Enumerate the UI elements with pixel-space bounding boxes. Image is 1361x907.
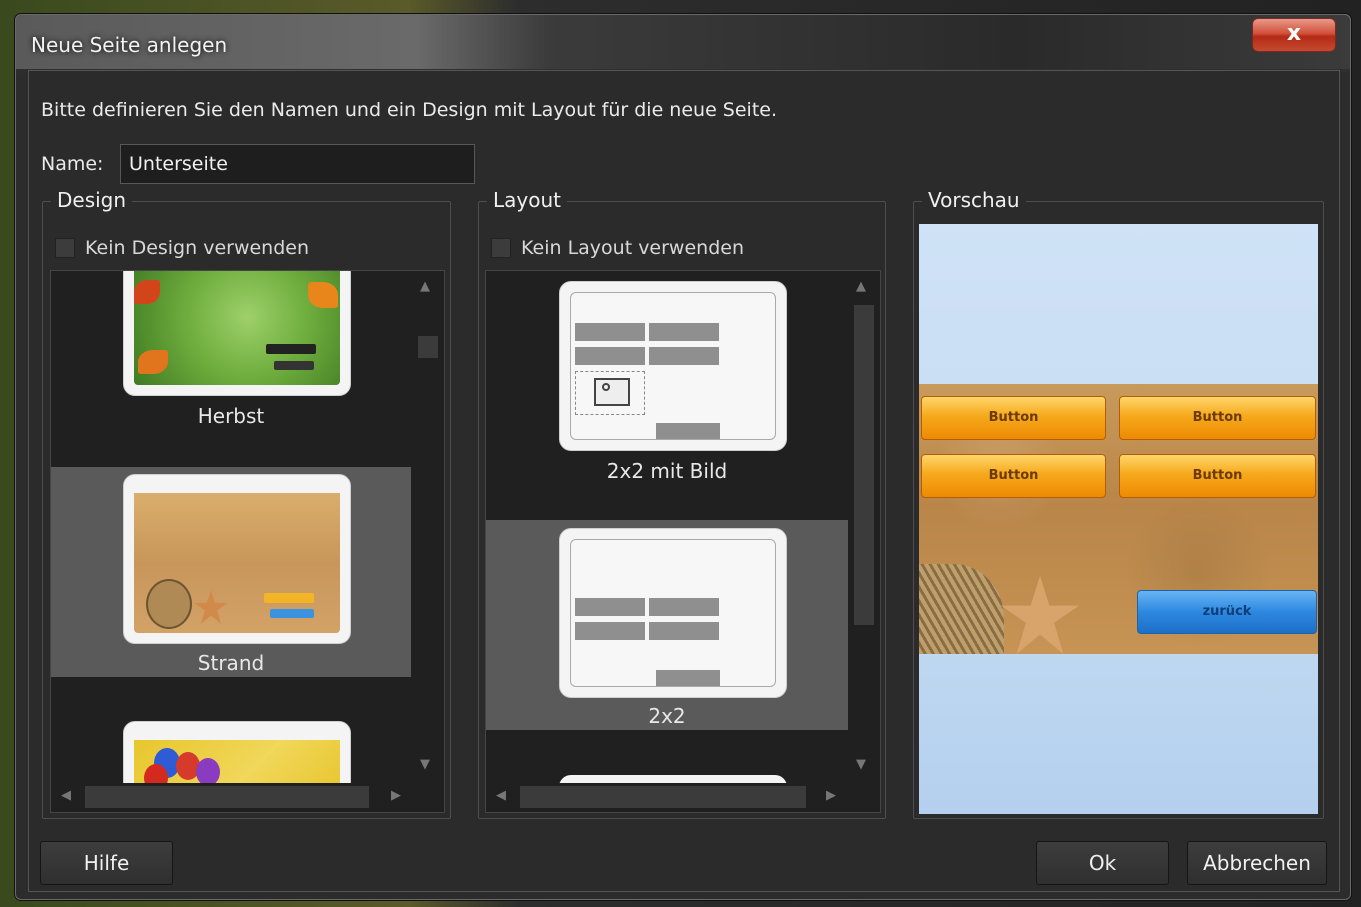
preview-group: Vorschau Button Button Button Button zur… <box>913 188 1324 819</box>
design-vscroll-thumb[interactable] <box>418 336 438 358</box>
layout-group: Layout Kein Layout verwenden 2x2 mit Bil… <box>478 188 886 819</box>
layout-2x2-thumbnail <box>559 528 787 698</box>
design-group-title: Design <box>51 188 133 212</box>
no-layout-option[interactable]: Kein Layout verwenden <box>491 236 744 260</box>
design-item-strand[interactable]: Strand <box>51 467 411 677</box>
preview-back-button: zurück <box>1137 590 1317 634</box>
layout-item-label: 2x2 <box>648 704 686 728</box>
layout-vscroll-thumb[interactable] <box>854 305 874 625</box>
layout-item-label: 2x2 mit Bild <box>606 459 728 483</box>
preview-image: Button Button Button Button zurück <box>919 224 1318 814</box>
design-hscroll-thumb[interactable] <box>85 786 369 808</box>
no-layout-label: Kein Layout verwenden <box>521 237 744 259</box>
intro-text: Bitte definieren Sie den Namen und ein D… <box>41 99 778 121</box>
dialog-window: Neue Seite anlegen x Bitte definieren Si… <box>15 14 1351 900</box>
name-label: Name: <box>41 153 104 175</box>
preview-button: Button <box>1119 396 1316 440</box>
layout-item-2x2[interactable]: 2x2 <box>486 520 848 730</box>
design-list[interactable]: Herbst Strand ▲ ▼ ◀ ▶ <box>50 270 445 813</box>
scroll-up-icon[interactable]: ▲ <box>420 279 430 294</box>
layout-vertical-scrollbar[interactable]: ▲ ▼ <box>852 271 874 781</box>
design-item-balloons[interactable] <box>51 721 411 783</box>
design-horizontal-scrollbar[interactable]: ◀ ▶ <box>51 786 411 808</box>
design-item-label: Herbst <box>197 404 265 428</box>
design-item-label: Strand <box>197 651 265 675</box>
dialog-content: Bitte definieren Sie den Namen und ein D… <box>28 70 1340 892</box>
layout-horizontal-scrollbar[interactable]: ◀ ▶ <box>486 786 848 808</box>
preview-group-title: Vorschau <box>922 188 1026 212</box>
scroll-left-icon[interactable]: ◀ <box>61 788 71 803</box>
preview-button: Button <box>921 454 1106 498</box>
preview-button: Button <box>921 396 1106 440</box>
no-design-label: Kein Design verwenden <box>85 237 310 259</box>
layout-item-2x2-mit-bild[interactable]: 2x2 mit Bild <box>486 271 848 513</box>
scroll-right-icon[interactable]: ▶ <box>826 788 836 803</box>
scroll-left-icon[interactable]: ◀ <box>496 788 506 803</box>
scroll-down-icon[interactable]: ▼ <box>856 757 866 772</box>
window-title: Neue Seite anlegen <box>31 33 228 57</box>
scroll-right-icon[interactable]: ▶ <box>391 788 401 803</box>
herbst-thumbnail <box>123 271 351 396</box>
preview-button: Button <box>1119 454 1316 498</box>
image-placeholder-icon <box>575 371 645 415</box>
layout-hscroll-thumb[interactable] <box>520 786 806 808</box>
design-group: Design Kein Design verwenden Herbst Stra… <box>42 188 451 819</box>
close-button[interactable]: x <box>1252 18 1336 52</box>
no-design-checkbox[interactable] <box>55 238 75 258</box>
strand-thumbnail <box>123 474 351 644</box>
layout-2x2-image-thumbnail <box>559 281 787 451</box>
no-layout-checkbox[interactable] <box>491 238 511 258</box>
design-item-herbst[interactable]: Herbst <box>51 271 411 461</box>
ok-button[interactable]: Ok <box>1036 841 1169 885</box>
no-design-option[interactable]: Kein Design verwenden <box>55 236 309 260</box>
scroll-down-icon[interactable]: ▼ <box>420 757 430 772</box>
scroll-up-icon[interactable]: ▲ <box>856 279 866 294</box>
title-bar: Neue Seite anlegen x <box>16 15 1350 69</box>
layout-item-partial[interactable] <box>486 775 848 783</box>
name-input[interactable] <box>120 144 475 184</box>
cancel-button[interactable]: Abbrechen <box>1187 841 1327 885</box>
layout-list[interactable]: 2x2 mit Bild 2x2 ▲ ▼ ◀ ▶ <box>485 270 881 813</box>
help-button[interactable]: Hilfe <box>40 841 173 885</box>
close-icon: x <box>1286 21 1302 46</box>
layout-group-title: Layout <box>487 188 567 212</box>
design-vertical-scrollbar[interactable]: ▲ ▼ <box>416 271 438 781</box>
balloons-thumbnail <box>123 721 351 783</box>
